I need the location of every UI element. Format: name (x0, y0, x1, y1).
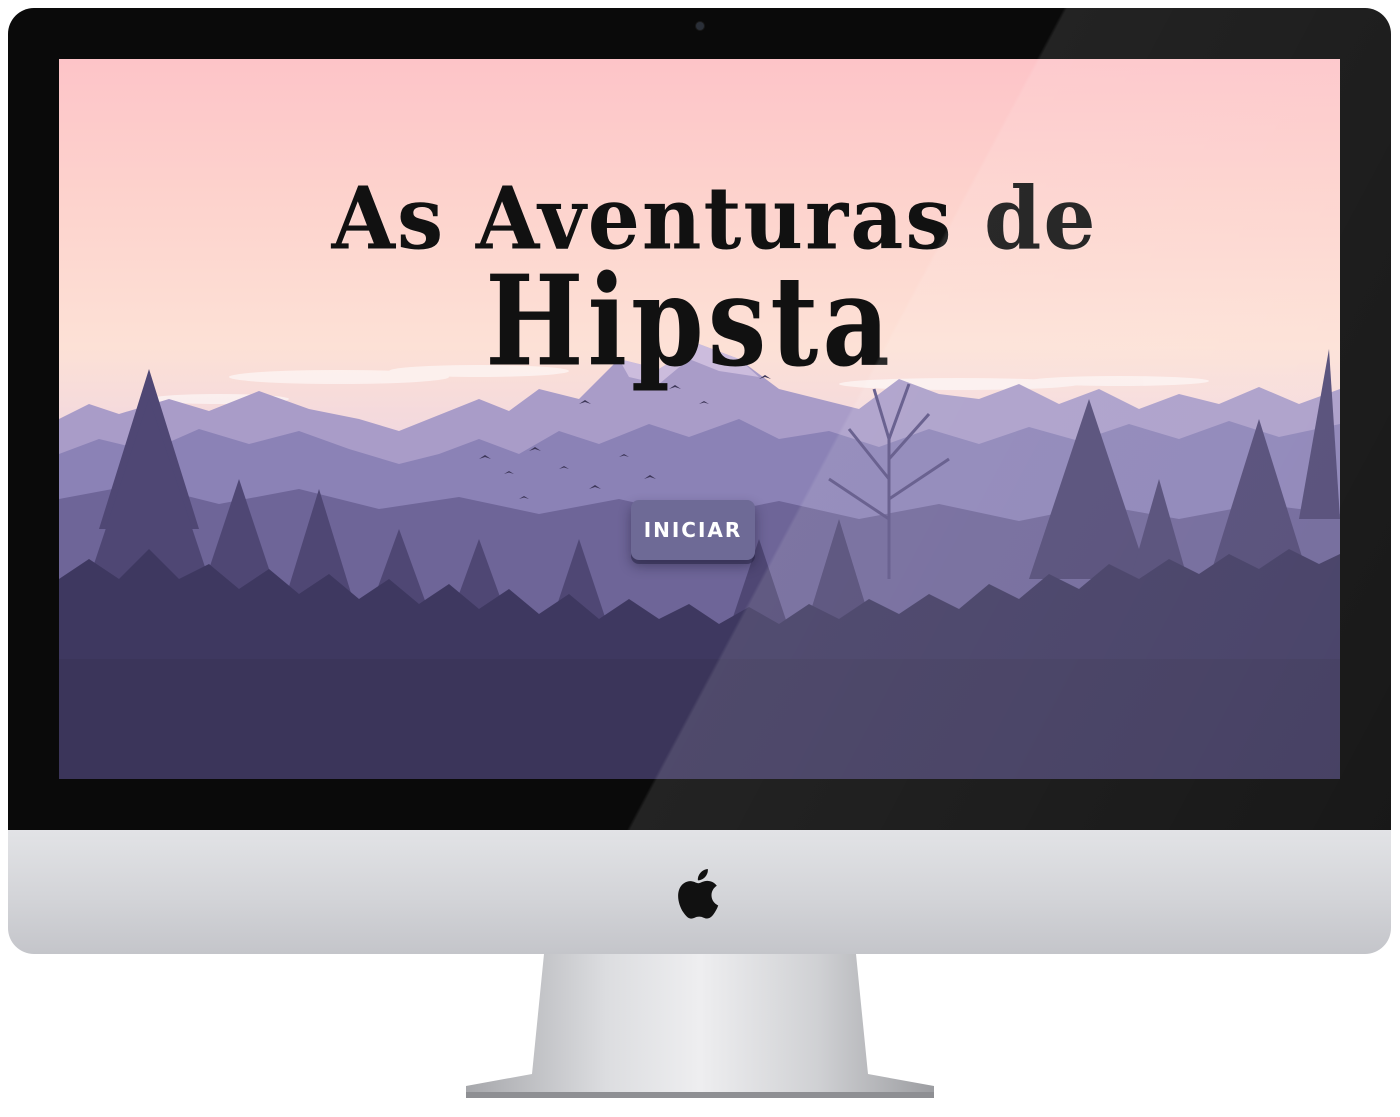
ground-shade (59, 659, 1340, 779)
imac-device: As Aventuras de Hipsta INICIAR (8, 8, 1391, 954)
monitor-chin (8, 830, 1391, 954)
start-button[interactable]: INICIAR (631, 500, 755, 560)
landscape-background (59, 344, 1340, 779)
camera-icon (696, 22, 704, 30)
game-title-line2: Hipsta (485, 246, 894, 395)
monitor-bezel: As Aventuras de Hipsta INICIAR (8, 8, 1391, 830)
apple-logo-icon (678, 869, 719, 919)
screen: As Aventuras de Hipsta INICIAR (59, 59, 1340, 779)
monitor-stand (466, 954, 934, 1098)
